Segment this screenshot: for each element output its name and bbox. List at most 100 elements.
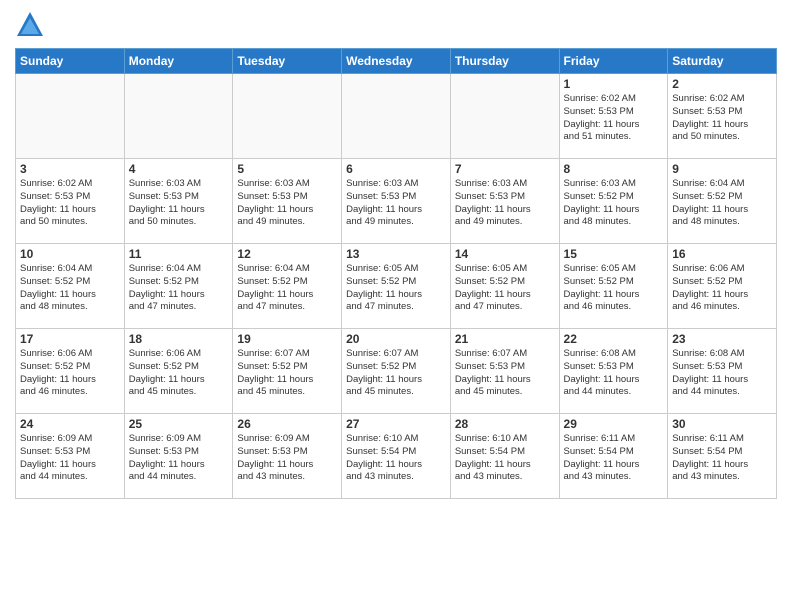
calendar-day: 12Sunrise: 6:04 AM Sunset: 5:52 PM Dayli…: [233, 244, 342, 329]
calendar-day: 28 Sunrise: 6:10 AM Sunset: 5:54 PM Dayli…: [450, 414, 559, 499]
day-info: Sunrise: 6:08 AM Sunset: 5:53 PM Dayligh…: [672, 348, 772, 399]
calendar-day: [233, 74, 342, 159]
logo-icon: [15, 10, 45, 40]
logo: [15, 10, 49, 40]
weekday-header-saturday: Saturday: [668, 49, 777, 74]
day-number: 4: [129, 162, 229, 176]
calendar-day: 23 Sunrise: 6:08 AM Sunset: 5:53 PM Dayli…: [668, 329, 777, 414]
day-number: 28: [455, 417, 555, 431]
calendar-day: 17 Sunrise: 6:06 AM Sunset: 5:52 PM Dayli…: [16, 329, 125, 414]
calendar-day: 1 Sunrise: 6:02 AM Sunset: 5:53 PM Daylig…: [559, 74, 668, 159]
day-info: Sunrise: 6:03 AM Sunset: 5:53 PM Dayligh…: [455, 178, 555, 229]
day-number: 24: [20, 417, 120, 431]
weekday-header-thursday: Thursday: [450, 49, 559, 74]
day-info: Sunrise: 6:07 AM Sunset: 5:52 PM Dayligh…: [346, 348, 446, 399]
day-number: 26: [237, 417, 337, 431]
calendar-day: 19 Sunrise: 6:07 AM Sunset: 5:52 PM Dayli…: [233, 329, 342, 414]
calendar-body: 1 Sunrise: 6:02 AM Sunset: 5:53 PM Daylig…: [16, 74, 777, 499]
day-number: 21: [455, 332, 555, 346]
calendar-day: 15 Sunrise: 6:05 AM Sunset: 5:52 PM Dayli…: [559, 244, 668, 329]
calendar-day: 7 Sunrise: 6:03 AM Sunset: 5:53 PM Daylig…: [450, 159, 559, 244]
day-info: Sunrise: 6:04 AM Sunset: 5:52 PM Dayligh…: [672, 178, 772, 229]
calendar-header: SundayMondayTuesdayWednesdayThursdayFrid…: [16, 49, 777, 74]
day-number: 7: [455, 162, 555, 176]
calendar-day: [124, 74, 233, 159]
weekday-header-monday: Monday: [124, 49, 233, 74]
calendar-day: 5 Sunrise: 6:03 AM Sunset: 5:53 PM Daylig…: [233, 159, 342, 244]
day-info: Sunrise: 6:05 AM Sunset: 5:52 PM Dayligh…: [346, 263, 446, 314]
day-info: Sunrise: 6:05 AM Sunset: 5:52 PM Dayligh…: [455, 263, 555, 314]
day-number: 11: [129, 247, 229, 261]
day-number: 20: [346, 332, 446, 346]
calendar-day: 22 Sunrise: 6:08 AM Sunset: 5:53 PM Dayli…: [559, 329, 668, 414]
day-number: 13: [346, 247, 446, 261]
day-number: 19: [237, 332, 337, 346]
weekday-header-friday: Friday: [559, 49, 668, 74]
calendar-day: 3 Sunrise: 6:02 AM Sunset: 5:53 PM Daylig…: [16, 159, 125, 244]
day-number: 9: [672, 162, 772, 176]
day-info: Sunrise: 6:02 AM Sunset: 5:53 PM Dayligh…: [672, 93, 772, 144]
weekday-header-sunday: Sunday: [16, 49, 125, 74]
calendar-week-1: 1 Sunrise: 6:02 AM Sunset: 5:53 PM Daylig…: [16, 74, 777, 159]
day-info: Sunrise: 6:11 AM Sunset: 5:54 PM Dayligh…: [564, 433, 664, 484]
day-info: Sunrise: 6:02 AM Sunset: 5:53 PM Dayligh…: [564, 93, 664, 144]
calendar-table: SundayMondayTuesdayWednesdayThursdayFrid…: [15, 48, 777, 499]
day-number: 17: [20, 332, 120, 346]
calendar-day: [342, 74, 451, 159]
weekday-header-tuesday: Tuesday: [233, 49, 342, 74]
calendar-day: 21 Sunrise: 6:07 AM Sunset: 5:53 PM Dayli…: [450, 329, 559, 414]
calendar-day: 26Sunrise: 6:09 AM Sunset: 5:53 PM Dayli…: [233, 414, 342, 499]
calendar-day: 11Sunrise: 6:04 AM Sunset: 5:52 PM Dayli…: [124, 244, 233, 329]
day-info: Sunrise: 6:06 AM Sunset: 5:52 PM Dayligh…: [20, 348, 120, 399]
day-info: Sunrise: 6:09 AM Sunset: 5:53 PM Dayligh…: [20, 433, 120, 484]
day-info: Sunrise: 6:04 AM Sunset: 5:52 PM Dayligh…: [237, 263, 337, 314]
calendar-day: 2 Sunrise: 6:02 AM Sunset: 5:53 PM Daylig…: [668, 74, 777, 159]
day-info: Sunrise: 6:08 AM Sunset: 5:53 PM Dayligh…: [564, 348, 664, 399]
day-info: Sunrise: 6:03 AM Sunset: 5:53 PM Dayligh…: [237, 178, 337, 229]
calendar-day: 6Sunrise: 6:03 AM Sunset: 5:53 PM Daylig…: [342, 159, 451, 244]
calendar-day: 24 Sunrise: 6:09 AM Sunset: 5:53 PM Dayli…: [16, 414, 125, 499]
day-info: Sunrise: 6:02 AM Sunset: 5:53 PM Dayligh…: [20, 178, 120, 229]
day-number: 27: [346, 417, 446, 431]
calendar-day: 10 Sunrise: 6:04 AM Sunset: 5:52 PM Dayli…: [16, 244, 125, 329]
day-number: 16: [672, 247, 772, 261]
calendar-day: [16, 74, 125, 159]
calendar-day: 20 Sunrise: 6:07 AM Sunset: 5:52 PM Dayli…: [342, 329, 451, 414]
day-info: Sunrise: 6:10 AM Sunset: 5:54 PM Dayligh…: [455, 433, 555, 484]
day-number: 8: [564, 162, 664, 176]
day-info: Sunrise: 6:10 AM Sunset: 5:54 PM Dayligh…: [346, 433, 446, 484]
weekday-header-wednesday: Wednesday: [342, 49, 451, 74]
day-number: 23: [672, 332, 772, 346]
day-number: 10: [20, 247, 120, 261]
calendar-week-4: 17 Sunrise: 6:06 AM Sunset: 5:52 PM Dayli…: [16, 329, 777, 414]
day-number: 1: [564, 77, 664, 91]
day-number: 25: [129, 417, 229, 431]
day-number: 30: [672, 417, 772, 431]
day-number: 22: [564, 332, 664, 346]
day-info: Sunrise: 6:09 AM Sunset: 5:53 PM Dayligh…: [129, 433, 229, 484]
calendar-day: 16 Sunrise: 6:06 AM Sunset: 5:52 PM Dayli…: [668, 244, 777, 329]
day-number: 3: [20, 162, 120, 176]
calendar-day: 4Sunrise: 6:03 AM Sunset: 5:53 PM Daylig…: [124, 159, 233, 244]
calendar-day: 13 Sunrise: 6:05 AM Sunset: 5:52 PM Dayli…: [342, 244, 451, 329]
day-number: 18: [129, 332, 229, 346]
day-info: Sunrise: 6:04 AM Sunset: 5:52 PM Dayligh…: [20, 263, 120, 314]
day-number: 29: [564, 417, 664, 431]
calendar-day: 8Sunrise: 6:03 AM Sunset: 5:52 PM Daylig…: [559, 159, 668, 244]
day-info: Sunrise: 6:05 AM Sunset: 5:52 PM Dayligh…: [564, 263, 664, 314]
calendar-day: 29 Sunrise: 6:11 AM Sunset: 5:54 PM Dayli…: [559, 414, 668, 499]
header: [15, 10, 777, 40]
day-number: 6: [346, 162, 446, 176]
calendar-day: 18Sunrise: 6:06 AM Sunset: 5:52 PM Dayli…: [124, 329, 233, 414]
day-number: 5: [237, 162, 337, 176]
weekday-row: SundayMondayTuesdayWednesdayThursdayFrid…: [16, 49, 777, 74]
day-number: 15: [564, 247, 664, 261]
day-info: Sunrise: 6:07 AM Sunset: 5:53 PM Dayligh…: [455, 348, 555, 399]
calendar-week-5: 24 Sunrise: 6:09 AM Sunset: 5:53 PM Dayli…: [16, 414, 777, 499]
day-info: Sunrise: 6:06 AM Sunset: 5:52 PM Dayligh…: [672, 263, 772, 314]
day-number: 2: [672, 77, 772, 91]
day-info: Sunrise: 6:07 AM Sunset: 5:52 PM Dayligh…: [237, 348, 337, 399]
calendar-day: 25 Sunrise: 6:09 AM Sunset: 5:53 PM Dayli…: [124, 414, 233, 499]
day-number: 14: [455, 247, 555, 261]
day-info: Sunrise: 6:11 AM Sunset: 5:54 PM Dayligh…: [672, 433, 772, 484]
